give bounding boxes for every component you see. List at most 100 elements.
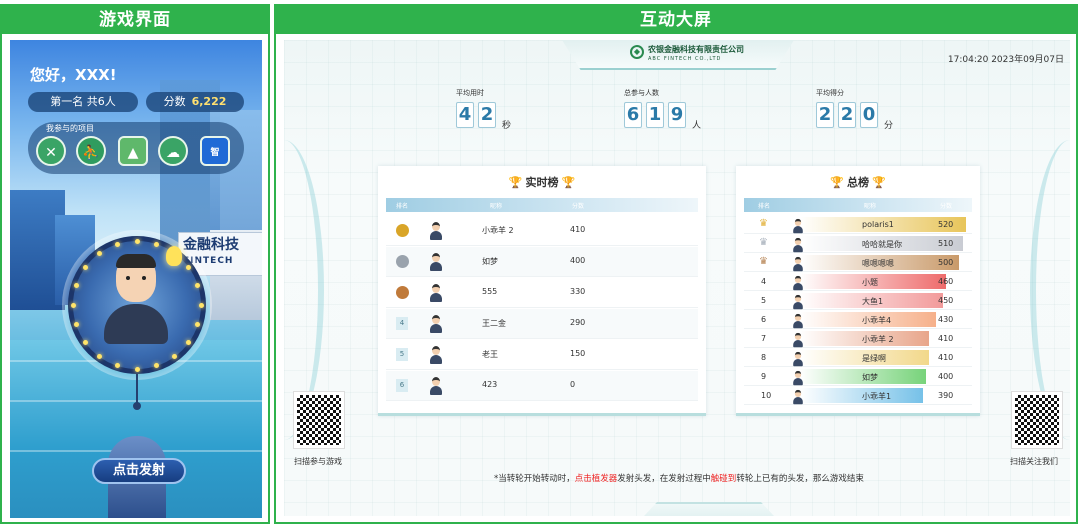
big-screen-panel: 互动大屏 ◆ 农银金融科技有限责任公司 ABC FINTECH CO.,LTD … bbox=[274, 4, 1078, 524]
wheel-light bbox=[73, 322, 79, 328]
rank-pill: 第一名 共6人 bbox=[28, 92, 138, 112]
launch-button[interactable]: 点击发射 bbox=[92, 458, 186, 484]
total-header: 排名 昵称 分数 bbox=[744, 198, 972, 212]
projects-label: 我参与的项目 bbox=[46, 124, 94, 133]
player-name: 王二金 bbox=[482, 319, 506, 328]
player-avatar-icon bbox=[793, 275, 803, 291]
rank-number: 6 bbox=[761, 315, 767, 324]
player-score: 500 bbox=[938, 258, 954, 267]
lightbulb-icon bbox=[166, 246, 182, 266]
stat-digit: 1 bbox=[646, 102, 664, 128]
stat-digit: 2 bbox=[838, 102, 856, 128]
rank-number: 5 bbox=[396, 348, 408, 361]
score-pill: 分数 6,222 bbox=[146, 92, 244, 112]
wheel-light bbox=[154, 241, 160, 247]
realtime-board-title: 🏆 实时榜 🏆 bbox=[378, 174, 706, 190]
rank-number: 7 bbox=[761, 334, 767, 343]
realtime-title-text: 实时榜 bbox=[525, 176, 559, 189]
header-name: 昵称 bbox=[490, 203, 503, 210]
total-row: 5 大鱼1 450 bbox=[744, 292, 972, 310]
projects-box: 我参与的项目 ✕ ⛹ ▲ ☁ 智 bbox=[28, 122, 244, 174]
player-name: 如梦 bbox=[862, 373, 878, 382]
mountain-icon[interactable]: ▲ bbox=[118, 136, 148, 166]
wheel-light bbox=[82, 340, 88, 346]
total-row: 8 是绿啊 410 bbox=[744, 349, 972, 367]
player-score: 390 bbox=[938, 391, 954, 400]
player-score: 410 bbox=[938, 353, 954, 362]
app-icon[interactable]: 智 bbox=[200, 136, 230, 166]
notice-part: 发射头发，在发射过程中 bbox=[617, 474, 711, 484]
datetime-display: 17:04:20 2023年09月07日 bbox=[947, 55, 1064, 65]
company-name-en: ABC FINTECH CO.,LTD bbox=[648, 56, 722, 62]
player-score: 330 bbox=[570, 287, 586, 296]
greeting-text: 您好，XXX! bbox=[30, 66, 117, 84]
player-score: 430 bbox=[938, 315, 954, 324]
header-name: 昵称 bbox=[864, 203, 877, 210]
player-score: 150 bbox=[570, 349, 586, 358]
player-score: 510 bbox=[938, 239, 954, 248]
stat-label-total-players: 总参与人数 bbox=[624, 89, 659, 97]
player-name: 小乖羊4 bbox=[862, 316, 892, 325]
stat-unit: 分 bbox=[884, 121, 894, 131]
total-row: ♛ 哈哈就是你 510 bbox=[744, 235, 972, 253]
stat-unit: 秒 bbox=[502, 121, 512, 131]
abc-logo-icon: ◆ bbox=[630, 45, 644, 59]
player-avatar-icon bbox=[793, 294, 803, 310]
stat-digit: 2 bbox=[478, 102, 496, 128]
player-name: 小乖羊 2 bbox=[482, 226, 514, 235]
rank-number: 4 bbox=[396, 317, 408, 330]
player-name: 老王 bbox=[482, 350, 498, 359]
stat-digit: 0 bbox=[860, 102, 878, 128]
realtime-row: 6 423 0 bbox=[386, 371, 698, 401]
medal-icon bbox=[396, 224, 409, 237]
header-rank: 排名 bbox=[396, 203, 409, 210]
player-avatar-icon bbox=[430, 253, 442, 271]
player-score: 460 bbox=[938, 277, 954, 286]
medal-icon bbox=[396, 255, 409, 268]
runner-icon[interactable]: ⛹ bbox=[76, 136, 106, 166]
rank-number: 6 bbox=[396, 379, 408, 392]
player-name: 小乖羊1 bbox=[862, 392, 892, 401]
stat-digit: 6 bbox=[624, 102, 642, 128]
player-avatar-icon bbox=[793, 389, 803, 405]
game-rule-notice: *当转轮开始转动时，点击植发器发射头发，在发射过程中触碰到转轮上已有的头发，那么… bbox=[494, 472, 864, 484]
player-avatar-icon bbox=[793, 313, 803, 329]
total-row: 10 小乖羊1 390 bbox=[744, 387, 972, 405]
crown-icon: ♛ bbox=[759, 218, 768, 229]
avatar-hair bbox=[116, 254, 156, 268]
avatar-body bbox=[104, 304, 168, 344]
realtime-row: 4 王二金 290 bbox=[386, 309, 698, 339]
player-avatar-icon bbox=[793, 332, 803, 348]
total-board: 🏆 总榜 🏆 排名 昵称 分数 ♛ polaris1 520 ♛ 哈哈就是你 510 ♛ 嗯嗯嗯嗯… bbox=[736, 166, 980, 416]
stat-label-avg-score: 平均得分 bbox=[816, 89, 844, 97]
player-name: 555 bbox=[482, 287, 498, 296]
notice-part: 转轮上已有的头发，那么游戏结束 bbox=[736, 474, 864, 484]
player-avatar-icon bbox=[430, 377, 442, 395]
score-value: 6,222 bbox=[191, 95, 227, 108]
footer-frame bbox=[644, 502, 774, 516]
player-name: 是绿啊 bbox=[862, 354, 886, 363]
total-row: 6 小乖羊4 430 bbox=[744, 311, 972, 329]
wheel-light bbox=[198, 302, 204, 308]
avatar-eye bbox=[126, 276, 130, 280]
cloud-icon[interactable]: ☁ bbox=[158, 136, 188, 166]
rank-number: 10 bbox=[761, 391, 772, 400]
company-name: 农银金融科技有限责任公司 bbox=[648, 45, 744, 54]
qr-code-play bbox=[293, 391, 345, 449]
fork-knife-icon[interactable]: ✕ bbox=[36, 136, 66, 166]
wheel-light bbox=[70, 302, 76, 308]
player-score: 400 bbox=[570, 256, 586, 265]
notice-highlight: 点击植发器 bbox=[574, 474, 618, 484]
player-name: 小乖羊 2 bbox=[862, 335, 894, 344]
header-rank: 排名 bbox=[758, 203, 771, 210]
total-row: 9 如梦 400 bbox=[744, 368, 972, 386]
wheel-light bbox=[134, 238, 140, 244]
trophy-icon: 🏆 bbox=[830, 176, 844, 189]
realtime-header: 排名 昵称 分数 bbox=[386, 198, 698, 212]
realtime-row: 如梦 400 bbox=[386, 247, 698, 277]
hair-needle-tip bbox=[133, 402, 141, 410]
fintech-sign-text: 金融科技 bbox=[183, 237, 239, 253]
rank-number: 4 bbox=[761, 277, 767, 286]
player-score: 450 bbox=[938, 296, 954, 305]
rank-number: 5 bbox=[761, 296, 767, 305]
